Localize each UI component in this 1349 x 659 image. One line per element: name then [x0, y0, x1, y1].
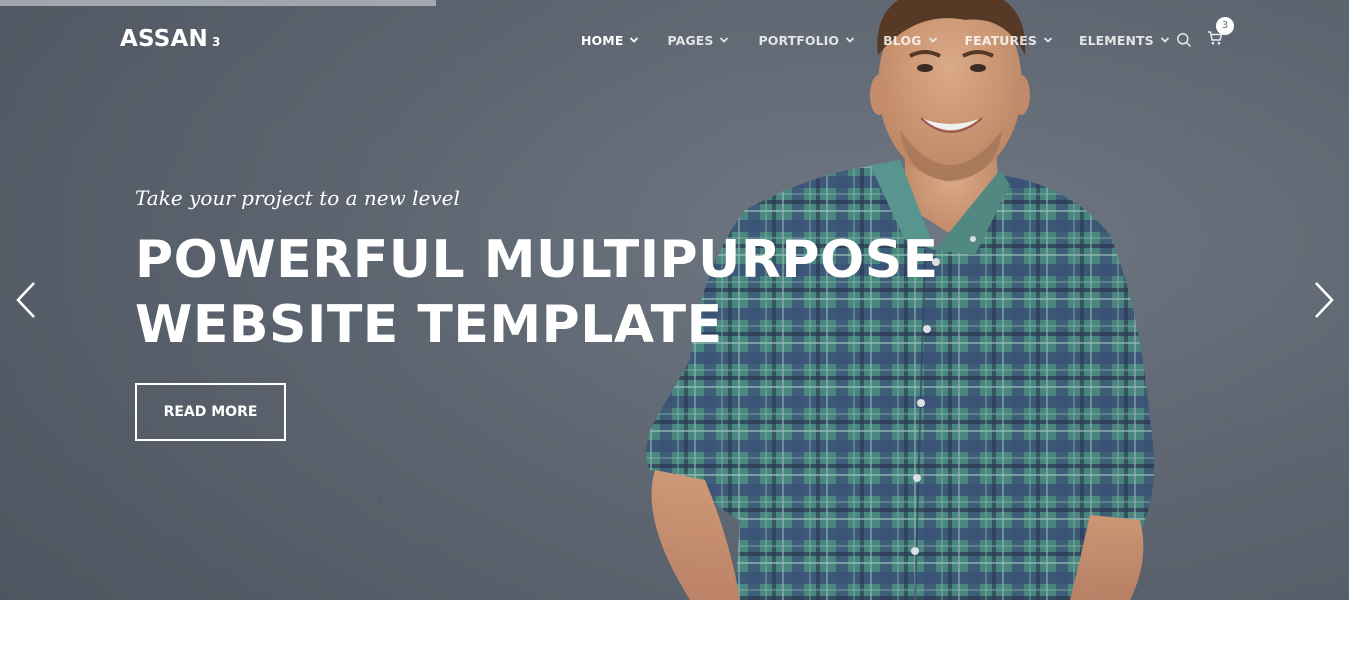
nav-item-pages[interactable]: PAGES: [667, 33, 729, 48]
search-icon[interactable]: [1176, 32, 1192, 48]
cart-button[interactable]: 3: [1207, 17, 1234, 50]
brand-logo[interactable]: ASSAN 3: [120, 25, 221, 56]
brand-version: 3: [211, 35, 221, 49]
nav-item-label: HOME: [581, 32, 624, 48]
cart-count-badge: 3: [1216, 17, 1234, 35]
brand-name: ASSAN: [120, 26, 208, 52]
nav-icon-group: 3: [1176, 17, 1234, 50]
chevron-down-icon: [630, 37, 639, 43]
nav-item-elements[interactable]: ELEMENTS: [1079, 33, 1170, 48]
nav-item-label: PAGES: [667, 32, 714, 48]
hero-slider: ASSAN 3 HOME PAGES PORTFOLIO BLOG FEATURE…: [0, 0, 1349, 600]
chevron-down-icon: [1043, 37, 1053, 43]
hero-headline-line-1: POWERFUL MULTIPURPOSE: [135, 230, 939, 290]
main-nav: HOME PAGES PORTFOLIO BLOG FEATURES ELEME…: [581, 30, 1170, 50]
read-more-button[interactable]: READ MORE: [135, 383, 286, 441]
hero-headline-line-2: WEBSITE TEMPLATE: [135, 295, 723, 355]
page-content-area: [0, 600, 1349, 659]
nav-item-features[interactable]: FEATURES: [965, 33, 1053, 48]
nav-item-label: BLOG: [883, 32, 922, 48]
chevron-down-icon: [1160, 37, 1169, 43]
chevron-right-icon[interactable]: [1311, 280, 1337, 320]
nav-item-label: ELEMENTS: [1078, 32, 1154, 48]
hero-tagline: Take your project to a new level: [135, 186, 460, 210]
chevron-left-icon[interactable]: [13, 280, 39, 320]
chevron-down-icon: [928, 37, 937, 43]
nav-item-label: FEATURES: [964, 32, 1037, 48]
nav-item-home[interactable]: HOME: [581, 33, 639, 48]
hero-headline: POWERFUL MULTIPURPOSE WEBSITE TEMPLATE: [135, 228, 939, 358]
nav-item-blog[interactable]: BLOG: [883, 33, 937, 48]
chevron-down-icon: [846, 37, 855, 43]
nav-item-label: PORTFOLIO: [758, 32, 840, 48]
nav-item-portfolio[interactable]: PORTFOLIO: [758, 33, 855, 48]
slider-progress-bar: [0, 0, 436, 6]
chevron-down-icon: [720, 37, 729, 43]
